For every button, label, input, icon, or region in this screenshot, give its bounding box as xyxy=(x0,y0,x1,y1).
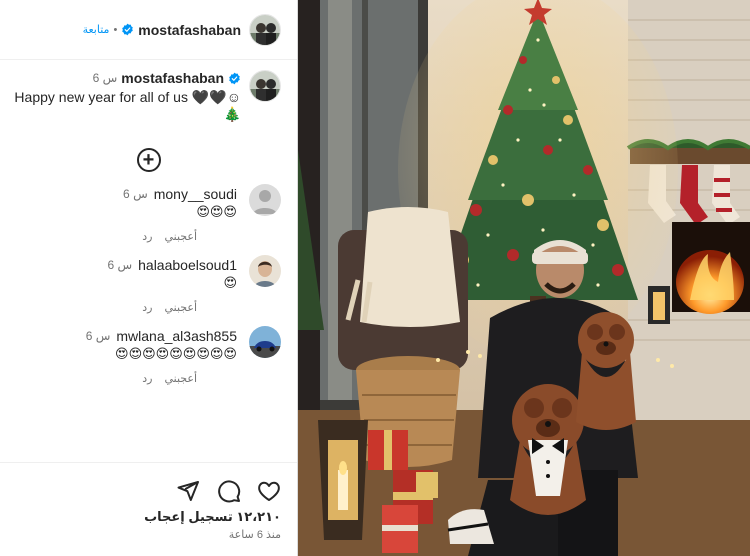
comment-item: 6 س mwlana_al3ash855 😍😍😍😍😍😍😍😍😍 رد أعجبني xyxy=(0,326,297,385)
comment-time: 6 س xyxy=(107,258,133,272)
post-time-ago: منذ 6 ساعة xyxy=(228,529,281,541)
comment-item: 6 س mony__soudi 😍😍😍 رد أعجبني xyxy=(0,184,297,243)
reply-button[interactable]: رد xyxy=(142,301,152,314)
comment-username[interactable]: mony__soudi xyxy=(154,186,237,202)
like-comment-button[interactable]: أعجبني xyxy=(164,372,197,385)
comment-item: 6 س halaaboelsoud1 😍 رد أعجبني xyxy=(0,255,297,314)
post-footer: ١٢،٢١٠ تسجيل إعجاب منذ 6 ساعة xyxy=(0,462,297,556)
comments-scroll[interactable]: 6 س mostafashaban Happy new year for all… xyxy=(0,60,297,460)
comment-icon[interactable] xyxy=(217,479,241,503)
like-comment-button[interactable]: أعجبني xyxy=(164,301,197,314)
caption-username[interactable]: mostafashaban xyxy=(121,70,224,86)
like-comment-button[interactable]: أعجبني xyxy=(164,230,197,243)
likes-count[interactable]: ١٢،٢١٠ تسجيل إعجاب xyxy=(0,509,297,525)
comment-avatar[interactable] xyxy=(249,255,281,287)
comment-username[interactable]: mwlana_al3ash855 xyxy=(116,328,237,344)
comment-text: 😍 xyxy=(223,275,237,290)
heart-icon[interactable] xyxy=(257,479,281,503)
share-icon[interactable] xyxy=(176,479,200,503)
post-side-panel: متابعة • mostafashaban 6 س mostafashaban… xyxy=(0,0,298,556)
header-avatar[interactable] xyxy=(249,13,281,46)
action-bar xyxy=(0,463,297,507)
post-photo[interactable] xyxy=(298,0,750,556)
plus-circle-icon[interactable]: + xyxy=(136,148,161,172)
caption: 6 س mostafashaban Happy new year for all… xyxy=(0,60,297,122)
verified-icon xyxy=(229,72,240,84)
reply-button[interactable]: رد xyxy=(142,230,152,243)
caption-avatar[interactable] xyxy=(249,70,281,102)
follow-button[interactable]: متابعة xyxy=(83,23,110,36)
caption-text: Happy new year for all of us 🖤🖤☺ xyxy=(14,89,241,105)
comment-text: 😍😍😍 xyxy=(196,204,237,219)
header-username[interactable]: mostafashaban xyxy=(138,22,241,38)
verified-icon xyxy=(122,23,134,36)
caption-glyph: 🎄 xyxy=(223,106,241,122)
comment-time: 6 س xyxy=(85,329,111,343)
comment-avatar[interactable] xyxy=(249,184,281,216)
separator-dot: • xyxy=(113,23,118,36)
comment-text: 😍😍😍😍😍😍😍😍😍 xyxy=(115,346,237,361)
caption-time: 6 س xyxy=(92,71,118,85)
post-header: متابعة • mostafashaban xyxy=(0,0,297,60)
header-user-line: متابعة • mostafashaban xyxy=(83,22,241,38)
comment-avatar[interactable] xyxy=(249,326,281,358)
reply-button[interactable]: رد xyxy=(142,372,152,385)
comment-time: 6 س xyxy=(123,187,148,201)
comment-username[interactable]: halaaboelsoud1 xyxy=(138,257,237,273)
